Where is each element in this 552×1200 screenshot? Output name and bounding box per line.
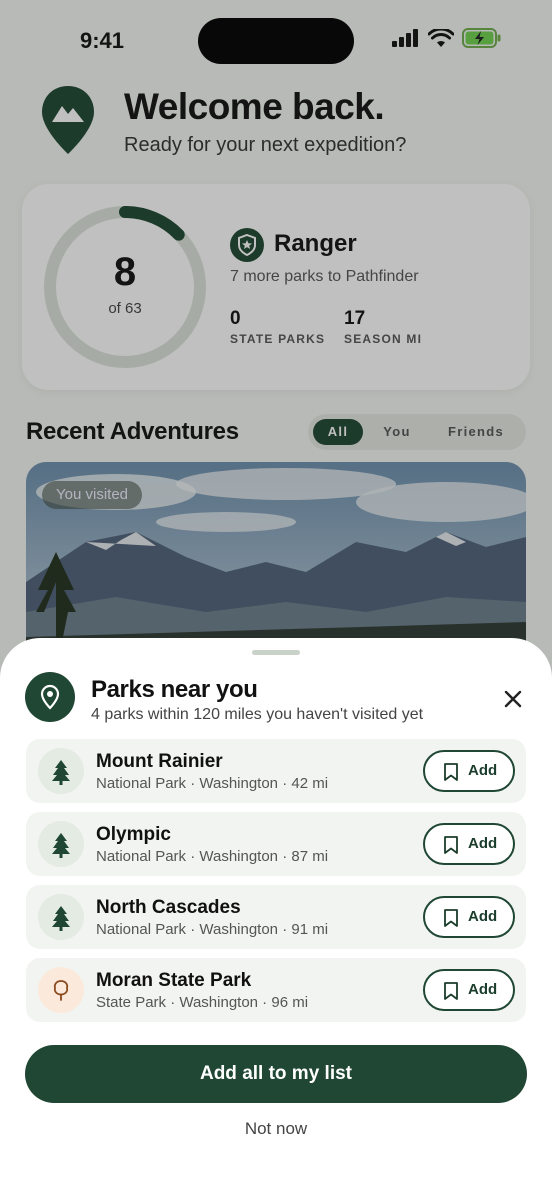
add-button-label: Add: [468, 835, 498, 852]
close-icon: [504, 690, 522, 708]
location-pin-icon: [25, 672, 75, 722]
add-button-label: Add: [468, 908, 498, 925]
add-button[interactable]: Add: [423, 896, 515, 938]
add-button[interactable]: Add: [423, 969, 515, 1011]
pine-tree-icon: [38, 894, 84, 940]
parks-near-you-sheet: Parks near you 4 parks within 120 miles …: [0, 638, 552, 1200]
add-all-button[interactable]: Add all to my list: [25, 1045, 527, 1103]
add-button[interactable]: Add: [423, 750, 515, 792]
park-name: Moran State Park: [96, 970, 252, 991]
not-now-button[interactable]: Not now: [0, 1119, 552, 1139]
close-button[interactable]: [498, 684, 528, 714]
add-button[interactable]: Add: [423, 823, 515, 865]
park-name: Olympic: [96, 824, 171, 845]
park-row-olympic[interactable]: Olympic National Park · Washington · 87 …: [26, 812, 526, 876]
park-name: Mount Rainier: [96, 751, 223, 772]
bookmark-icon: [444, 909, 458, 927]
sheet-title: Parks near you: [91, 676, 258, 703]
pine-tree-icon: [38, 821, 84, 867]
bookmark-icon: [444, 982, 458, 1000]
park-row-moran-state-park[interactable]: Moran State Park State Park · Washington…: [26, 958, 526, 1022]
add-button-label: Add: [468, 762, 498, 779]
park-meta: State Park · Washington · 96 mi: [96, 994, 309, 1011]
sheet-subtitle: 4 parks within 120 miles you haven't vis…: [91, 706, 424, 723]
add-button-label: Add: [468, 981, 498, 998]
park-meta: National Park · Washington · 91 mi: [96, 921, 329, 938]
park-meta: National Park · Washington · 87 mi: [96, 848, 329, 865]
park-meta: National Park · Washington · 42 mi: [96, 775, 329, 792]
bookmark-icon: [444, 836, 458, 854]
bookmark-icon: [444, 763, 458, 781]
park-name: North Cascades: [96, 897, 241, 918]
park-row-north-cascades[interactable]: North Cascades National Park · Washingto…: [26, 885, 526, 949]
sheet-grabber-handle[interactable]: [252, 650, 300, 655]
pine-tree-icon: [38, 748, 84, 794]
deciduous-tree-icon: [38, 967, 84, 1013]
park-row-mount-rainier[interactable]: Mount Rainier National Park · Washington…: [26, 739, 526, 803]
